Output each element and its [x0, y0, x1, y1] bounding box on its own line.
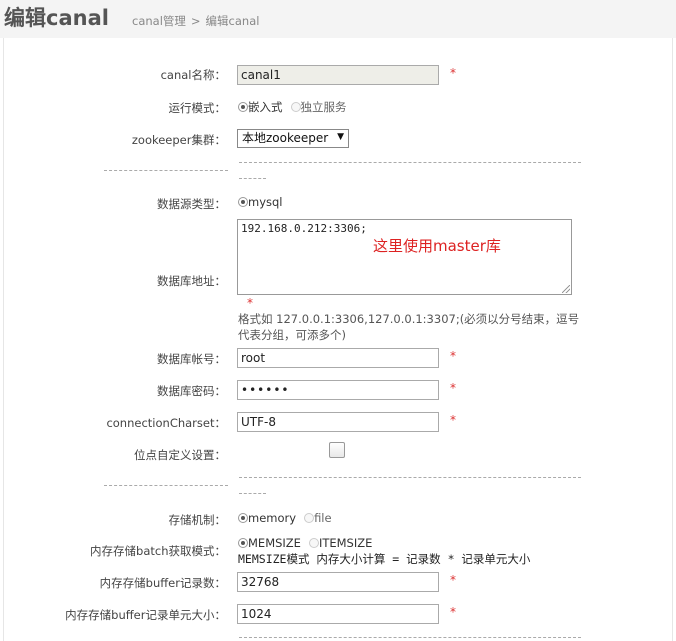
buffer-size-label: 内存存储buffer记录数：	[99, 576, 226, 590]
section-divider	[104, 485, 228, 487]
section-divider	[239, 477, 581, 479]
db-address-label: 数据库地址：	[157, 274, 226, 288]
batch-itemsize-option[interactable]: ITEMSIZE	[308, 536, 372, 550]
storage-file-option[interactable]: file	[304, 511, 332, 525]
radio-unchecked-icon[interactable]	[290, 102, 301, 112]
db-password-input[interactable]: ••••••	[237, 380, 439, 400]
section-divider	[239, 178, 266, 180]
radio-unchecked-icon[interactable]	[308, 538, 319, 548]
resize-grip-icon[interactable]	[562, 285, 570, 293]
storage-memory-option[interactable]: memory	[238, 511, 296, 525]
required-marker: *	[450, 573, 456, 587]
breadcrumb-home-link[interactable]: canal管理	[132, 14, 186, 28]
buffer-size-input[interactable]: 32768	[237, 572, 439, 592]
required-marker: *	[247, 296, 253, 310]
zookeeper-label: zookeeper集群：	[131, 133, 226, 147]
radio-checked-icon[interactable]	[238, 513, 248, 523]
breadcrumb: canal管理 > 编辑canal	[132, 13, 259, 29]
memsize-formula-note: MEMSIZE模式 内存大小计算 = 记录数 * 记录单元大小	[238, 552, 531, 566]
batch-mode-label: 内存存储batch获取模式：	[90, 544, 226, 558]
section-divider	[239, 162, 581, 164]
required-marker: *	[450, 66, 456, 80]
section-divider	[239, 493, 266, 495]
section-divider	[104, 170, 228, 172]
storage-mode-label: 存储机制：	[168, 513, 227, 527]
run-mode-label: 运行模式：	[168, 101, 227, 115]
buffer-unit-label: 内存存储buffer记录单元大小：	[65, 608, 226, 622]
radio-checked-icon[interactable]	[238, 197, 248, 207]
batch-memsize-option[interactable]: MEMSIZE	[238, 536, 301, 550]
canal-name-label: canal名称：	[160, 68, 226, 82]
batch-mode-radio-group: MEMSIZE ITEMSIZE	[238, 536, 380, 550]
section-divider	[239, 637, 581, 638]
breadcrumb-current: 编辑canal	[205, 14, 260, 28]
db-user-label: 数据库帐号：	[157, 352, 226, 366]
db-user-input[interactable]: root	[237, 348, 439, 368]
zookeeper-select[interactable]: 本地zookeeper ▼	[237, 129, 349, 148]
radio-unchecked-icon[interactable]	[304, 513, 315, 523]
datasource-mysql-option[interactable]: mysql	[238, 195, 283, 209]
page-header: 编辑canal canal管理 > 编辑canal	[0, 0, 676, 39]
datasource-type-label: 数据源类型：	[157, 197, 226, 211]
datasource-type-radio-group: mysql	[238, 195, 291, 209]
run-mode-standalone-option[interactable]: 独立服务	[290, 100, 347, 114]
buffer-unit-input[interactable]: 1024	[237, 604, 439, 624]
db-address-hint: 格式如 127.0.0.1:3306,127.0.0.1:3307;(必须以分号…	[238, 312, 580, 342]
charset-label: connectionCharset：	[106, 416, 226, 430]
canal-name-input[interactable]: canal1	[237, 65, 439, 85]
radio-checked-icon[interactable]	[238, 538, 248, 548]
breadcrumb-separator: >	[190, 14, 201, 28]
charset-input[interactable]: UTF-8	[237, 412, 439, 432]
radio-checked-icon[interactable]	[238, 102, 248, 112]
required-marker: *	[450, 605, 456, 619]
run-mode-embedded-option[interactable]: 嵌入式	[238, 100, 283, 114]
db-password-label: 数据库密码：	[157, 384, 226, 398]
required-marker: *	[450, 413, 456, 427]
required-marker: *	[450, 349, 456, 363]
master-db-annotation: 这里使用master库	[373, 237, 501, 255]
dropdown-arrow-icon: ▼	[337, 132, 344, 142]
position-custom-checkbox[interactable]	[329, 442, 345, 458]
db-address-textarea[interactable]: 192.168.0.212:3306;	[237, 219, 572, 295]
storage-mode-radio-group: memory file	[238, 511, 340, 525]
required-marker: *	[450, 381, 456, 395]
page-title: 编辑canal	[4, 6, 109, 30]
position-custom-label: 位点自定义设置：	[134, 448, 226, 462]
panel-right-border	[672, 38, 673, 641]
run-mode-radio-group: 嵌入式 独立服务	[238, 99, 355, 115]
